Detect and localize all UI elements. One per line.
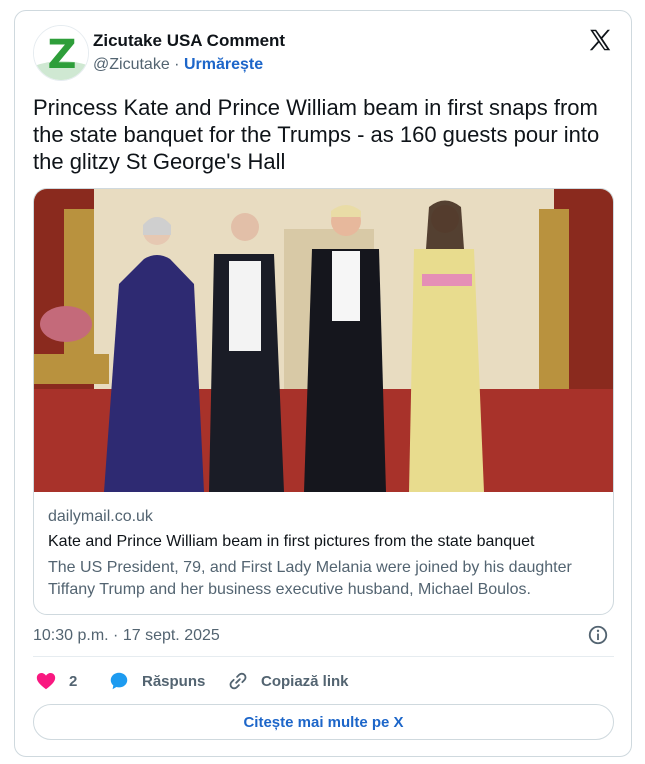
heart-icon bbox=[36, 673, 56, 690]
reply-label: Răspuns bbox=[142, 672, 206, 690]
author-name[interactable]: Zicutake USA Comment bbox=[93, 31, 285, 51]
tweet-timestamp[interactable]: 10:30 p.m. · 17 sept. 2025 bbox=[33, 627, 220, 645]
handle-line: @Zicutake · Urmărește bbox=[93, 56, 263, 74]
reply-button[interactable]: Răspuns bbox=[108, 669, 205, 693]
tweet-text: Princess Kate and Prince William beam in… bbox=[33, 95, 600, 174]
link-card[interactable]: dailymail.co.uk Kate and Prince William … bbox=[33, 188, 614, 615]
copy-link-label: Copiază link bbox=[261, 672, 349, 690]
read-more-button[interactable]: Citește mai multe pe X bbox=[33, 704, 614, 740]
like-count: 2 bbox=[69, 672, 78, 690]
link-icon bbox=[229, 672, 247, 690]
author-handle[interactable]: @Zicutake bbox=[93, 56, 170, 73]
follow-link[interactable]: Urmărește bbox=[184, 56, 263, 73]
card-title: Kate and Prince William beam in first pi… bbox=[48, 533, 535, 550]
info-icon[interactable] bbox=[587, 624, 609, 646]
copy-link-button[interactable]: Copiază link bbox=[227, 669, 349, 693]
divider bbox=[33, 656, 614, 657]
card-description: The US President, 79, and First Lady Mel… bbox=[48, 559, 572, 598]
avatar-letter: Z bbox=[47, 32, 76, 78]
like-button[interactable]: 2 bbox=[35, 669, 77, 693]
card-domain: dailymail.co.uk bbox=[48, 508, 153, 525]
x-logo-icon[interactable] bbox=[587, 27, 613, 53]
article-photo[interactable] bbox=[34, 189, 614, 492]
tweet-card: Z Zicutake USA Comment @Zicutake · Urmăr… bbox=[14, 10, 632, 757]
avatar[interactable]: Z bbox=[33, 25, 89, 81]
handle-separator: · bbox=[169, 56, 184, 73]
reply-bubble-icon bbox=[110, 672, 128, 690]
